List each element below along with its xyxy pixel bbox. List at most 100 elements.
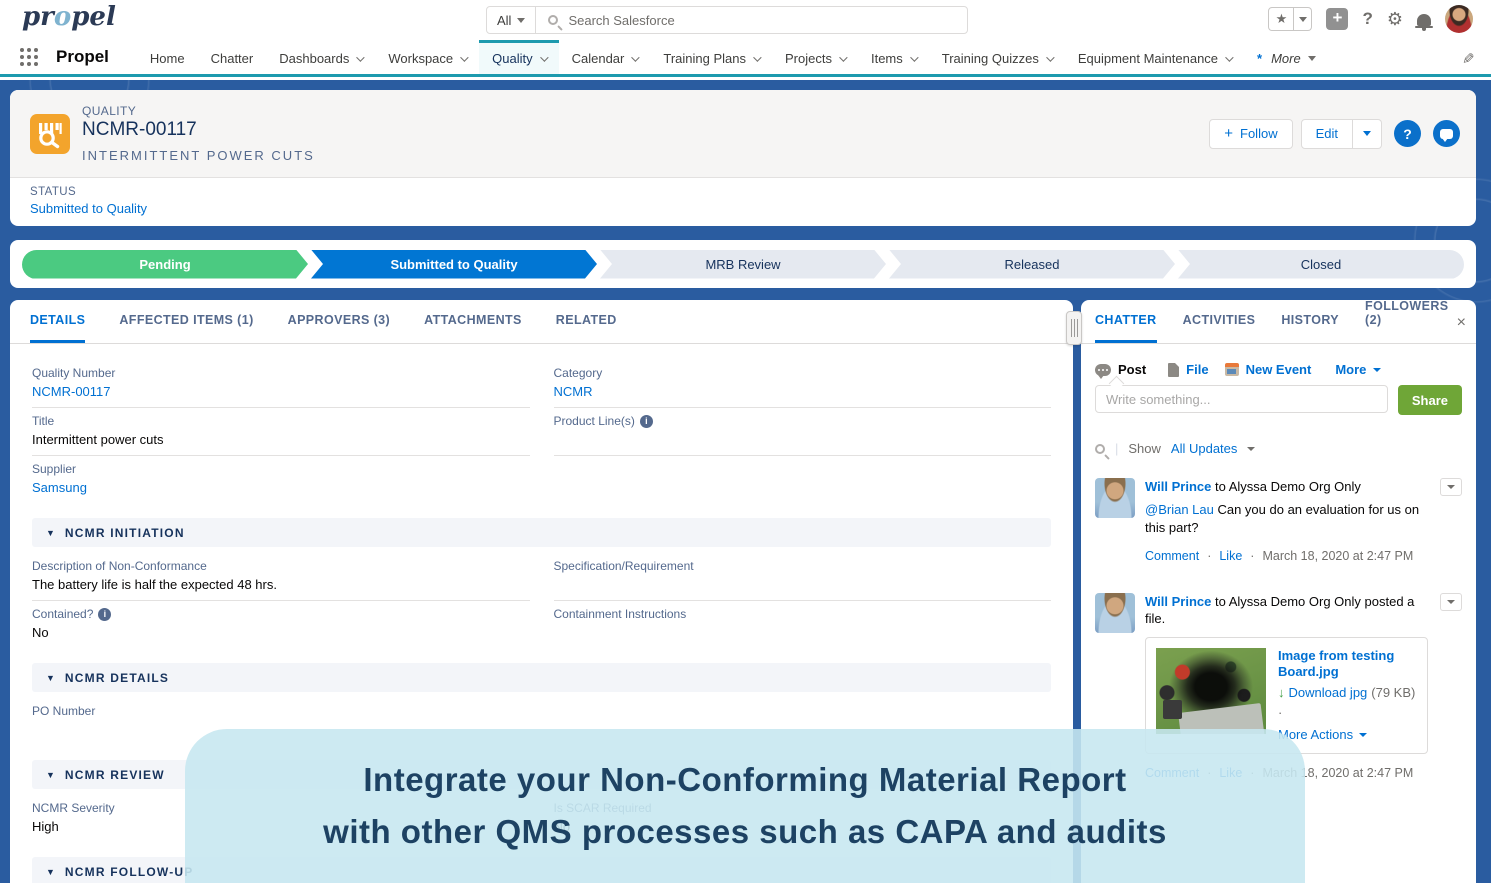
global-header: propel All ★ + ? ⚙ — [0, 0, 1491, 40]
tab-details[interactable]: DETAILS — [30, 313, 86, 343]
close-icon[interactable]: × — [1457, 314, 1466, 332]
tab-affected-items[interactable]: AFFECTED ITEMS (1) — [119, 313, 253, 343]
post-menu-button[interactable] — [1440, 478, 1462, 496]
post-author-link[interactable]: Will Prince — [1145, 594, 1211, 609]
record-title-block: QUALITY NCMR-00117 INTERMITTENT POWER CU… — [82, 104, 315, 163]
path-stage-mrb-review[interactable]: MRB Review — [600, 250, 886, 279]
app-navigation-bar: Propel Home Chatter Dashboards Workspace… — [0, 40, 1491, 77]
tab-related[interactable]: RELATED — [556, 313, 617, 343]
follow-button[interactable]: + Follow — [1209, 118, 1293, 149]
tab-approvers[interactable]: APPROVERS (3) — [288, 313, 390, 343]
category-link[interactable]: NCMR — [554, 384, 1052, 400]
nav-tab-dashboards[interactable]: Dashboards — [266, 40, 375, 74]
nav-tabs: Home Chatter Dashboards Workspace Qualit… — [137, 40, 1329, 74]
status-value-link[interactable]: Submitted to Quality — [30, 201, 1456, 216]
post-bubble-icon — [1095, 363, 1111, 379]
favorites-group: ★ — [1268, 7, 1313, 31]
chevron-down-icon — [1247, 446, 1256, 451]
path-stage-submitted-to-quality[interactable]: Submitted to Quality — [311, 250, 597, 279]
calendar-icon — [1224, 363, 1239, 376]
nav-tab-training-plans[interactable]: Training Plans — [650, 40, 772, 74]
nav-tab-home[interactable]: Home — [137, 40, 198, 74]
nav-tab-training-quizzes[interactable]: Training Quizzes — [929, 40, 1065, 74]
section-ncmr-initiation[interactable]: ▼ NCMR INITIATION — [32, 518, 1051, 547]
path-stage-closed[interactable]: Closed — [1178, 249, 1464, 279]
help-circle-button[interactable]: ? — [1394, 120, 1421, 147]
post-action[interactable]: Post — [1095, 362, 1146, 379]
mention-link[interactable]: @Brian Lau — [1145, 502, 1214, 517]
feed-filter-selector[interactable]: All Updates — [1171, 441, 1237, 456]
tab-followers[interactable]: FOLLOWERS (2) — [1365, 300, 1462, 343]
search-icon — [548, 15, 559, 25]
file-more-actions-dropdown[interactable]: More Actions — [1278, 727, 1417, 743]
tab-chatter[interactable]: CHATTER — [1095, 313, 1157, 343]
feed-search-icon[interactable] — [1095, 443, 1105, 454]
nav-tab-items[interactable]: Items — [858, 40, 929, 74]
nav-tab-workspace[interactable]: Workspace — [375, 40, 479, 74]
chevron-down-icon — [1359, 733, 1368, 737]
nav-tab-chatter[interactable]: Chatter — [198, 40, 267, 74]
quality-number-link[interactable]: NCMR-00117 — [32, 384, 530, 400]
write-something-input[interactable] — [1095, 385, 1388, 413]
edit-dropdown-button[interactable] — [1353, 118, 1382, 149]
section-collapse-icon: ▼ — [46, 866, 55, 877]
avatar[interactable] — [1095, 593, 1135, 633]
new-event-action[interactable]: New Event — [1224, 362, 1311, 377]
nav-tab-equipment-maintenance[interactable]: Equipment Maintenance — [1065, 40, 1244, 74]
search-input[interactable] — [568, 12, 899, 28]
feed-filter-row: | Show All Updates — [1081, 415, 1476, 456]
path-stage-pending[interactable]: Pending — [22, 250, 308, 279]
post-author-link[interactable]: Will Prince — [1145, 479, 1211, 494]
edit-split-button: Edit — [1300, 118, 1382, 149]
app-launcher-button[interactable] — [12, 40, 46, 74]
file-action[interactable]: File — [1168, 362, 1209, 377]
section-ncmr-details[interactable]: ▼ NCMR DETAILS — [32, 663, 1051, 692]
download-link[interactable]: Download jpg — [1289, 685, 1368, 701]
favorites-star-button[interactable]: ★ — [1268, 7, 1295, 31]
divider: | — [1115, 441, 1119, 456]
supplier-link[interactable]: Samsung — [32, 480, 530, 496]
like-link[interactable]: Like — [1219, 549, 1242, 563]
record-name: NCMR-00117 — [82, 119, 197, 140]
chevron-down-icon — [1225, 52, 1234, 62]
path-stage-released[interactable]: Released — [889, 250, 1175, 279]
status-path: Pending Submitted to Quality MRB Review … — [22, 249, 1464, 279]
notifications-bell-button[interactable] — [1415, 12, 1433, 31]
tab-attachments[interactable]: ATTACHMENTS — [424, 313, 522, 343]
field-contained: Contained? i No — [32, 601, 530, 649]
tab-activities[interactable]: ACTIVITIES — [1183, 313, 1256, 343]
app-launcher-icon — [20, 48, 38, 66]
nav-tab-projects[interactable]: Projects — [772, 40, 858, 74]
help-button[interactable]: ? — [1362, 9, 1372, 29]
global-actions-button[interactable]: + — [1326, 8, 1349, 30]
more-actions-dropdown[interactable]: More — [1335, 362, 1382, 377]
record-highlights-panel: QUALITY NCMR-00117 INTERMITTENT POWER CU… — [10, 90, 1476, 178]
field-supplier: Supplier Samsung — [32, 456, 530, 504]
nav-tab-more[interactable]: * More — [1244, 40, 1329, 74]
file-thumbnail-image[interactable] — [1156, 648, 1266, 734]
edit-nav-pencil-icon[interactable]: ✎ — [1462, 50, 1475, 68]
download-icon: ↓ — [1278, 685, 1285, 700]
user-avatar[interactable] — [1445, 5, 1473, 33]
nav-tab-calendar[interactable]: Calendar — [559, 40, 651, 74]
file-icon — [1168, 362, 1180, 377]
avatar[interactable] — [1095, 478, 1135, 518]
search-scope-dropdown[interactable]: All — [487, 7, 537, 33]
comment-link[interactable]: Comment — [1145, 549, 1199, 563]
post-menu-button[interactable] — [1440, 593, 1462, 611]
nav-tab-quality[interactable]: Quality — [479, 40, 559, 74]
setup-gear-button[interactable]: ⚙ — [1387, 9, 1403, 30]
propel-logo-o: o — [53, 2, 72, 32]
record-status-section: STATUS Submitted to Quality — [10, 178, 1476, 224]
info-icon[interactable]: i — [639, 414, 653, 428]
file-name-link[interactable]: Image from testing Board.jpg — [1278, 648, 1417, 680]
edit-button[interactable]: Edit — [1300, 118, 1353, 149]
favorites-dropdown-button[interactable] — [1294, 7, 1313, 31]
status-label: STATUS — [30, 186, 77, 198]
tab-history[interactable]: HISTORY — [1281, 313, 1339, 343]
share-button[interactable]: Share — [1397, 385, 1462, 415]
info-icon[interactable]: i — [98, 607, 112, 621]
chat-assistant-button[interactable] — [1433, 120, 1460, 147]
path-card: Pending Submitted to Quality MRB Review … — [10, 240, 1476, 288]
panel-resize-handle[interactable] — [1066, 311, 1082, 345]
